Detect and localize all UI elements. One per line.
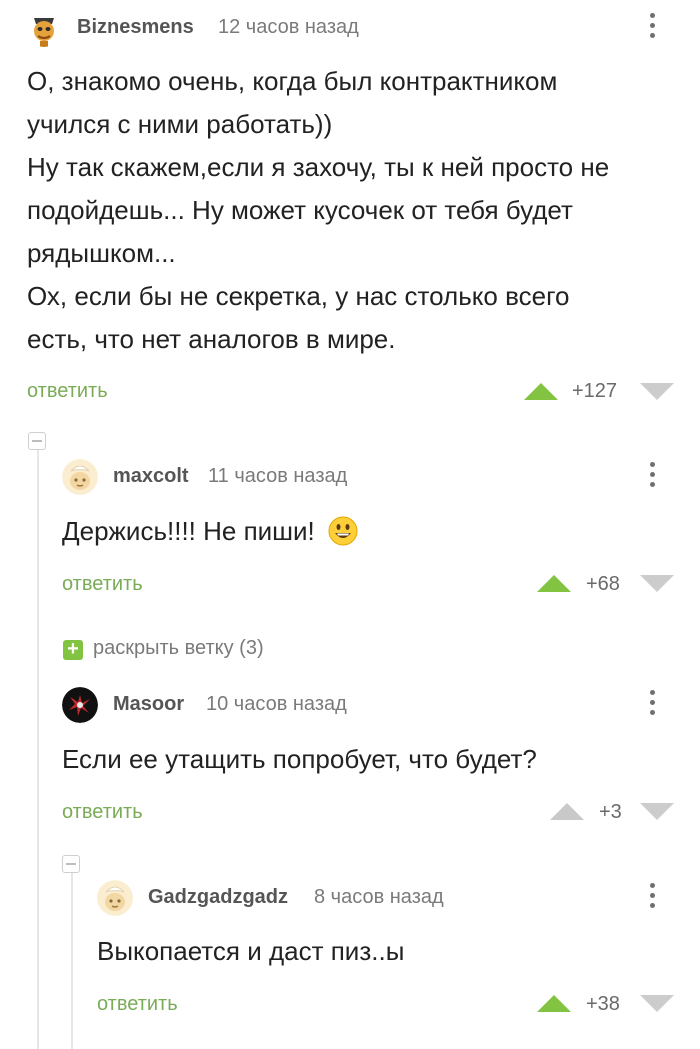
avatar[interactable] — [26, 11, 62, 47]
rating-score: +68 — [586, 573, 620, 595]
reply-button[interactable]: ответить — [62, 573, 143, 596]
downvote-icon[interactable] — [640, 575, 674, 592]
upvote-icon[interactable] — [537, 575, 571, 592]
rating-score: +3 — [599, 801, 622, 823]
downvote-icon[interactable] — [640, 995, 674, 1012]
comment-text: О, знакомо очень, когда был контрактнико… — [27, 60, 687, 361]
more-options-icon[interactable] — [648, 13, 656, 45]
timestamp: 12 часов назад — [218, 16, 359, 38]
comment-line: Ну так скажем,если я захочу, ты к ней пр… — [27, 152, 610, 182]
upvote-icon[interactable] — [524, 383, 558, 400]
comment-line: Ох, если бы не секретка, у нас столько в… — [27, 281, 570, 311]
upvote-icon[interactable] — [537, 995, 571, 1012]
downvote-icon[interactable] — [640, 803, 674, 820]
username[interactable]: Biznesmens — [77, 16, 194, 39]
collapse-subthread-button[interactable] — [62, 855, 80, 873]
comment-line: Если ее утащить попробует, что будет? — [62, 744, 537, 774]
avatar[interactable] — [62, 459, 98, 495]
smiley-emoji-icon — [328, 516, 358, 546]
more-options-icon[interactable] — [648, 690, 656, 722]
expand-branch-label[interactable]: раскрыть ветку (3) — [93, 637, 264, 660]
comment-line: подойдешь... Ну может кусочек от тебя бу… — [27, 195, 573, 225]
collapse-thread-button[interactable] — [28, 432, 46, 450]
thread-line-level-2 — [71, 873, 73, 1049]
rating-score: +38 — [586, 993, 620, 1015]
username[interactable]: Masoor — [113, 693, 184, 716]
timestamp: 10 часов назад — [206, 693, 347, 715]
timestamp: 8 часов назад — [314, 886, 444, 908]
rating-score: +127 — [572, 380, 618, 402]
timestamp: 11 часов назад — [208, 465, 348, 487]
comment-line: рядышком... — [27, 238, 176, 268]
username[interactable]: Gadzgadzgadz — [148, 886, 288, 909]
avatar[interactable] — [97, 880, 133, 916]
reply-button[interactable]: ответить — [62, 801, 143, 824]
comment-line: учился с ними работать)) — [27, 109, 333, 139]
comment-text: Держись!!!! Не пиши! — [62, 510, 662, 553]
reply-button[interactable]: ответить — [27, 380, 108, 403]
upvote-icon[interactable] — [550, 803, 584, 820]
more-options-icon[interactable] — [648, 883, 656, 915]
comment-line: есть, что нет аналогов в мире. — [27, 324, 396, 354]
comment-line: Держись!!!! Не пиши! — [62, 516, 315, 546]
username[interactable]: maxcolt — [113, 465, 189, 488]
downvote-icon[interactable] — [640, 383, 674, 400]
comment-line: О, знакомо очень, когда был контрактнико… — [27, 66, 558, 96]
comment-line: Выкопается и даст пиз..ы — [97, 936, 405, 966]
comment-text: Если ее утащить попробует, что будет? — [62, 738, 662, 781]
plus-icon: + — [63, 639, 83, 660]
reply-button[interactable]: ответить — [97, 993, 178, 1016]
more-options-icon[interactable] — [648, 462, 656, 494]
thread-line-level-1 — [37, 450, 39, 1049]
comment-text: Выкопается и даст пиз..ы — [97, 930, 657, 973]
avatar[interactable] — [62, 687, 98, 723]
